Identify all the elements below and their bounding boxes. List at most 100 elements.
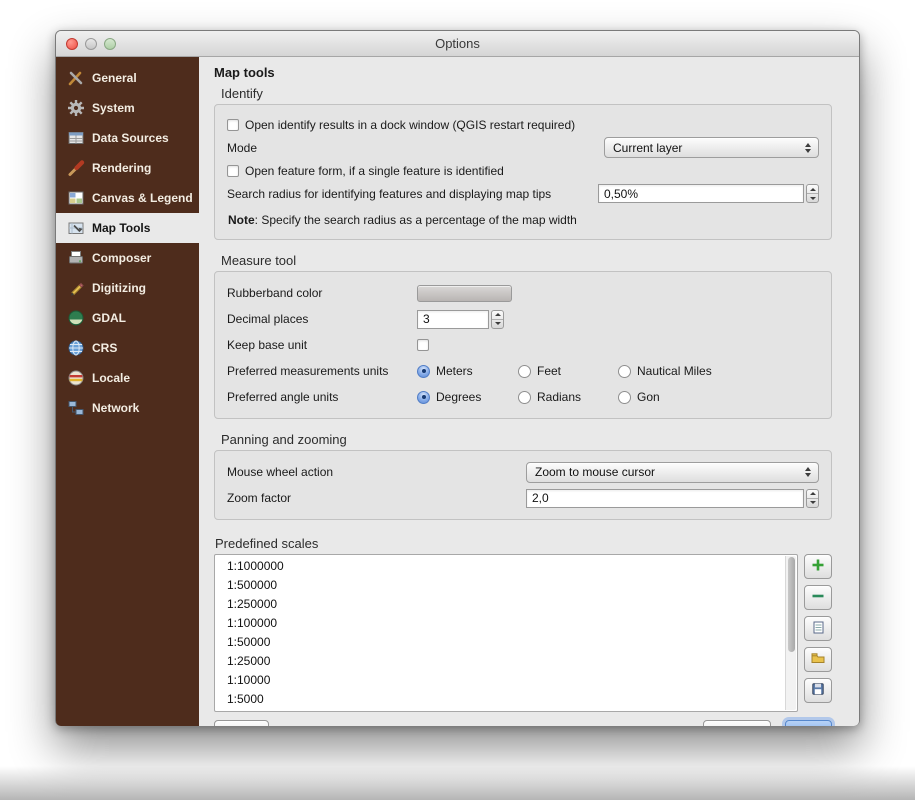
ok-button[interactable]: OK <box>785 720 832 726</box>
mode-label: Mode <box>227 141 257 155</box>
zoom-factor-input[interactable]: 2,0 <box>526 489 804 508</box>
radio-meters-label: Meters <box>436 364 473 378</box>
decimal-places-input[interactable]: 3 <box>417 310 489 329</box>
plus-icon <box>812 559 824 574</box>
scale-list-item[interactable]: 1:250000 <box>215 595 797 614</box>
network-icon <box>67 399 85 417</box>
remove-scale-button[interactable] <box>804 585 832 610</box>
chevron-updown-icon <box>802 143 818 153</box>
radio-gon-label: Gon <box>637 390 660 404</box>
scale-list-item[interactable]: 1:25000 <box>215 652 797 671</box>
section-label-panning-zooming: Panning and zooming <box>221 432 832 447</box>
sidebar-item-general[interactable]: General <box>56 63 199 93</box>
mouse-wheel-action-select[interactable]: Zoom to mouse cursor <box>526 462 819 483</box>
search-radius-stepper[interactable] <box>806 184 819 203</box>
search-radius-input[interactable]: 0,50% <box>598 184 804 203</box>
sidebar-item-label: Data Sources <box>92 131 169 145</box>
sidebar-item-network[interactable]: Network <box>56 393 199 423</box>
sidebar-item-data-sources[interactable]: Data Sources <box>56 123 199 153</box>
sidebar-item-locale[interactable]: Locale <box>56 363 199 393</box>
mouse-wheel-action-label: Mouse wheel action <box>227 465 333 479</box>
radio-feet[interactable] <box>518 365 531 378</box>
sidebar-item-label: Rendering <box>92 161 151 175</box>
decimal-places-stepper[interactable] <box>491 310 504 329</box>
note-text: : Specify the search radius as a percent… <box>255 213 577 227</box>
identify-dock-checkbox[interactable] <box>227 119 239 131</box>
feature-form-checkbox[interactable] <box>227 165 239 177</box>
section-label-measure-tool: Measure tool <box>221 253 832 268</box>
radio-degrees[interactable] <box>417 391 430 404</box>
sidebar-item-label: Composer <box>92 251 151 265</box>
add-scale-button[interactable] <box>804 554 832 579</box>
sidebar-item-label: Digitizing <box>92 281 146 295</box>
rubberband-color-button[interactable] <box>417 285 512 302</box>
sidebar-item-label: Canvas & Legend <box>92 191 193 205</box>
zoom-factor-label: Zoom factor <box>227 491 291 505</box>
predefined-scales-list[interactable]: 1:1000000 1:500000 1:250000 1:100000 1:5… <box>214 554 798 712</box>
tools-icon <box>67 69 85 87</box>
folder-icon <box>811 652 825 667</box>
preferred-angle-label: Preferred angle units <box>227 390 417 404</box>
feature-form-label: Open feature form, if a single feature i… <box>245 164 504 178</box>
close-button[interactable] <box>66 38 78 50</box>
panning-zooming-groupbox: Mouse wheel action Zoom to mouse cursor … <box>214 450 832 520</box>
scale-list-item[interactable]: 1:10000 <box>215 671 797 690</box>
keep-base-unit-checkbox[interactable] <box>417 339 429 351</box>
cancel-button[interactable]: Cancel <box>703 720 770 726</box>
export-scales-button[interactable] <box>804 678 832 703</box>
search-radius-label: Search radius for identifying features a… <box>227 187 551 201</box>
sidebar-item-system[interactable]: System <box>56 93 199 123</box>
radio-radians-label: Radians <box>537 390 581 404</box>
canvas-icon <box>67 189 85 207</box>
map-tools-panel: Map tools Identify Open identify results… <box>199 57 859 726</box>
title-bar[interactable]: Options <box>56 31 859 57</box>
rubberband-color-label: Rubberband color <box>227 286 417 300</box>
help-button[interactable]: Help <box>214 720 269 726</box>
mode-select[interactable]: Current layer <box>604 137 819 158</box>
default-scales-button[interactable] <box>804 616 832 641</box>
scale-list-item[interactable]: 1:2500 <box>215 709 797 712</box>
sidebar-item-gdal[interactable]: GDAL <box>56 303 199 333</box>
gdal-icon <box>67 309 85 327</box>
page-icon <box>812 621 825 637</box>
globe-icon <box>67 339 85 357</box>
sidebar-item-label: CRS <box>92 341 117 355</box>
sidebar-item-map-tools[interactable]: Map Tools <box>56 213 199 243</box>
sidebar-item-canvas-legend[interactable]: Canvas & Legend <box>56 183 199 213</box>
import-scales-button[interactable] <box>804 647 832 672</box>
mode-select-value: Current layer <box>613 141 682 155</box>
window-title: Options <box>435 36 480 51</box>
database-icon <box>67 129 85 147</box>
preferred-units-label: Preferred measurements units <box>227 364 417 378</box>
radio-nautical-miles[interactable] <box>618 365 631 378</box>
scale-list-item[interactable]: 1:5000 <box>215 690 797 709</box>
identify-groupbox: Open identify results in a dock window (… <box>214 104 832 240</box>
pencil-icon <box>67 279 85 297</box>
paintbrush-icon <box>67 159 85 177</box>
sidebar-item-crs[interactable]: CRS <box>56 333 199 363</box>
sidebar-item-digitizing[interactable]: Digitizing <box>56 273 199 303</box>
scale-list-item[interactable]: 1:50000 <box>215 633 797 652</box>
decimal-places-label: Decimal places <box>227 312 417 326</box>
radio-radians[interactable] <box>518 391 531 404</box>
mouse-wheel-action-value: Zoom to mouse cursor <box>535 465 655 479</box>
scrollbar-thumb[interactable] <box>788 557 795 652</box>
sidebar-item-composer[interactable]: Composer <box>56 243 199 273</box>
scales-scrollbar[interactable] <box>785 556 796 710</box>
radio-gon[interactable] <box>618 391 631 404</box>
scale-list-item[interactable]: 1:500000 <box>215 576 797 595</box>
section-label-predefined-scales: Predefined scales <box>215 536 832 551</box>
scale-list-item[interactable]: 1:1000000 <box>215 557 797 576</box>
measure-tool-groupbox: Rubberband color Decimal places 3 Keep b… <box>214 271 832 419</box>
minimize-button[interactable] <box>85 38 97 50</box>
zoom-factor-stepper[interactable] <box>806 489 819 508</box>
sidebar-item-label: Locale <box>92 371 130 385</box>
page-bottom-shadow <box>0 766 915 800</box>
radio-meters[interactable] <box>417 365 430 378</box>
sidebar-item-rendering[interactable]: Rendering <box>56 153 199 183</box>
zoom-button[interactable] <box>104 38 116 50</box>
page-title: Map tools <box>214 65 832 80</box>
scale-list-item[interactable]: 1:100000 <box>215 614 797 633</box>
options-window: Options General System Data Sourc <box>55 30 860 726</box>
sidebar-item-label: Map Tools <box>92 221 150 235</box>
